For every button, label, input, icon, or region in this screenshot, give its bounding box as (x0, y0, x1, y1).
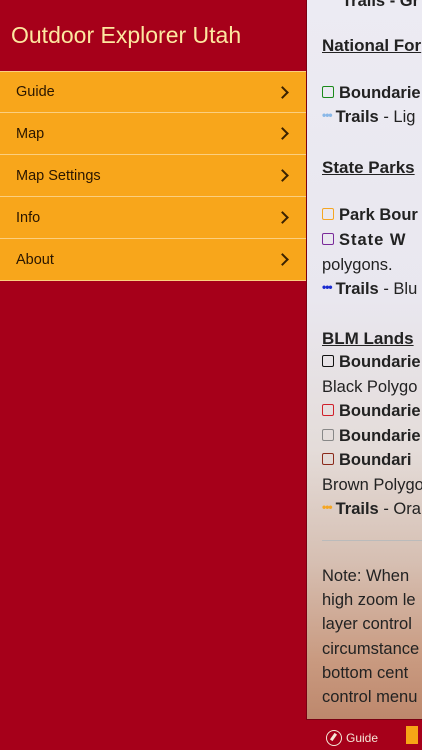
compass-icon (326, 730, 342, 746)
blm-boundaries-brown-row: Boundari (322, 451, 411, 470)
menu-list: Guide Map Map Settings Info About (0, 71, 306, 281)
map-tab-icon[interactable] (406, 726, 419, 744)
sp-state-w-row: State W (322, 231, 407, 250)
note-line-3: layer control (322, 615, 412, 633)
menu-item-info[interactable]: Info (0, 197, 306, 239)
menu-item-guide[interactable]: Guide (0, 71, 306, 113)
nf-trails-row: ••• Trails - Lig (322, 108, 416, 126)
orange-box-icon (322, 208, 334, 220)
green-box-icon (322, 86, 334, 98)
chevron-right-icon (276, 127, 289, 140)
sp-polygons-text: polygons. (322, 256, 393, 274)
national-forest-heading: National For (322, 36, 422, 55)
blm-black-polygons-text: Black Polygo (322, 378, 418, 396)
note-line-6: control menu (322, 688, 418, 706)
state-parks-heading: State Parks (322, 158, 415, 177)
black-box-icon (322, 355, 334, 367)
menu-item-label: Guide (16, 84, 55, 100)
blm-trails-row: ••• Trails - Ora (322, 500, 421, 518)
chevron-right-icon (276, 253, 289, 266)
blm-boundaries-black-row: Boundarie (322, 353, 421, 372)
nf-boundaries-row: Boundarie (322, 84, 421, 103)
guide-divider (322, 540, 422, 541)
menu-item-label: Info (16, 209, 41, 226)
orange-dots-icon: ••• (322, 500, 333, 514)
note-line-2: high zoom le (322, 591, 416, 609)
blm-brown-polygons-text: Brown Polygo (322, 476, 422, 494)
bottom-tab-bar: Guide (306, 719, 422, 750)
tab-guide[interactable]: Guide (326, 730, 378, 746)
note-line-5: bottom cent (322, 664, 409, 682)
chevron-right-icon (276, 169, 289, 182)
side-menu: Outdoor Explorer Utah Guide Map Map Sett… (0, 0, 306, 750)
note-line-1: Note: When (322, 567, 410, 585)
guide-page: Trails - Gr National For Boundarie ••• Tr… (306, 0, 422, 750)
menu-item-map[interactable]: Map (0, 113, 306, 155)
menu-item-map-settings[interactable]: Map Settings (0, 155, 306, 197)
chevron-right-icon (276, 211, 289, 224)
blm-boundaries-gray-row: Boundarie (322, 427, 421, 446)
blm-boundaries-red-row: Boundarie (322, 402, 421, 421)
menu-item-about[interactable]: About (0, 239, 306, 281)
guide-trails-fragment: Trails - Gr (342, 0, 420, 10)
sp-park-boundaries-row: Park Bour (322, 206, 418, 225)
light-blue-dots-icon: ••• (322, 108, 333, 122)
sp-trails-row: ••• Trails - Blu (322, 280, 418, 298)
blm-lands-heading: BLM Lands (322, 329, 414, 348)
menu-item-label: About (16, 251, 54, 268)
purple-box-icon (322, 233, 334, 245)
app-title: Outdoor Explorer Utah (11, 22, 242, 48)
brown-box-icon (322, 453, 334, 465)
red-box-icon (322, 404, 334, 416)
note-line-4: circumstance (322, 640, 420, 658)
menu-item-label: Map (16, 125, 45, 142)
gray-box-icon (322, 429, 334, 441)
menu-item-label: Map Settings (16, 167, 101, 184)
tab-guide-label: Guide (346, 731, 379, 745)
chevron-right-icon (276, 85, 289, 99)
blue-dots-icon: ••• (322, 280, 333, 294)
